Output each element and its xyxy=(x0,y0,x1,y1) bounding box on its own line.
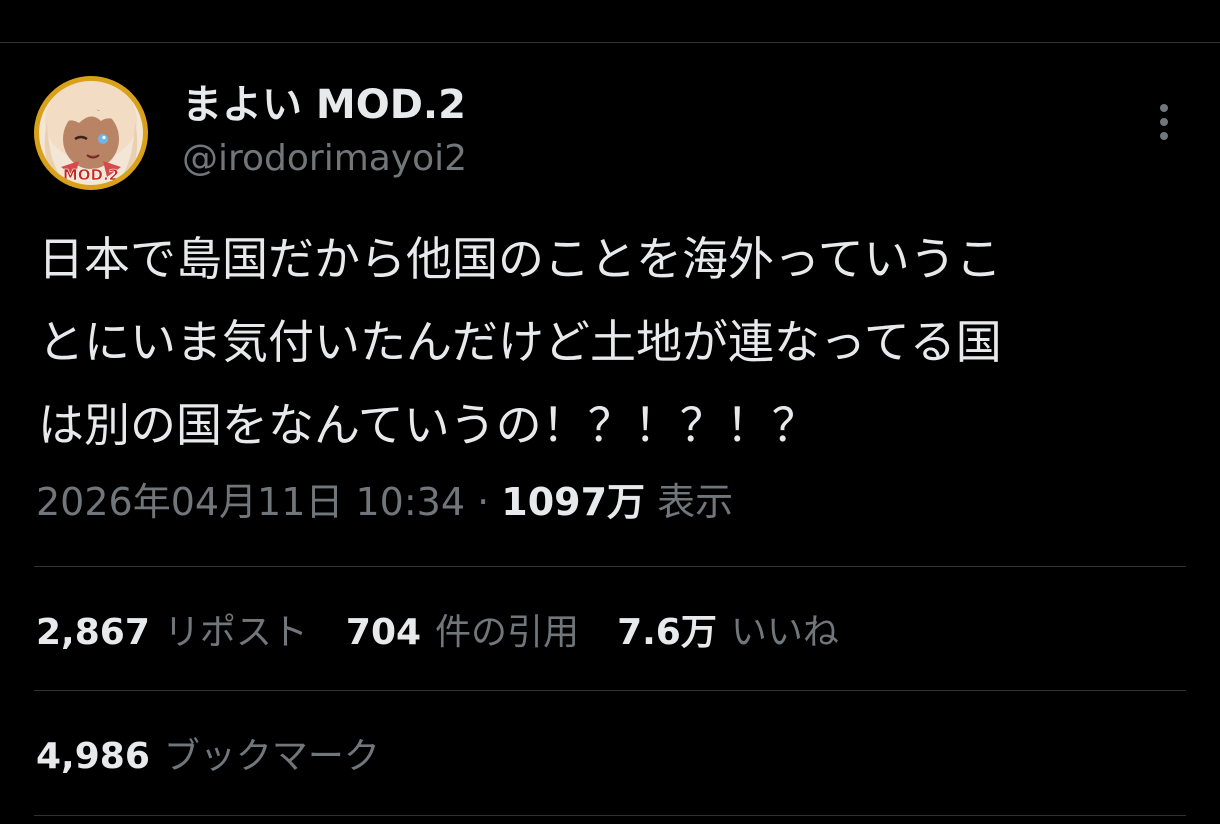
avatar-badge: MOD.2 xyxy=(63,166,119,184)
likes-stat[interactable]: 7.6万 いいね xyxy=(617,604,839,662)
divider xyxy=(34,566,1186,567)
user-handle[interactable]: @irodorimayoi2 xyxy=(182,136,467,182)
quotes-stat[interactable]: 704 件の引用 xyxy=(346,604,579,662)
reposts-label: リポスト xyxy=(163,612,308,653)
views-label: 表示 xyxy=(657,480,734,524)
quotes-count: 704 xyxy=(345,612,422,653)
meta-separator: · xyxy=(477,480,490,524)
likes-label: いいね xyxy=(730,612,839,653)
engagement-stats: 2,867 リポスト 704 件の引用 7.6万 いいね xyxy=(36,604,877,662)
top-divider xyxy=(0,42,1220,43)
bookmarks-count: 4,986 xyxy=(36,736,150,777)
bookmarks-stat[interactable]: 4,986 ブックマーク xyxy=(36,728,380,786)
divider xyxy=(34,815,1186,816)
bookmarks-label: ブックマーク xyxy=(163,736,380,777)
tweet-meta: 2026年04月11日 10:34 · 1097万 表示 xyxy=(36,474,733,530)
divider xyxy=(34,690,1186,691)
reposts-stat[interactable]: 2,867 リポスト xyxy=(36,604,308,662)
views-count: 1097万 xyxy=(501,480,646,524)
more-options-button[interactable] xyxy=(1146,100,1182,144)
avatar-image: MOD.2 xyxy=(39,81,143,185)
reposts-count: 2,867 xyxy=(36,612,150,653)
timestamp[interactable]: 2026年04月11日 10:34 xyxy=(36,480,465,524)
tweet-text: 日本で島国だから他国のことを海外っていうこ とにいま気付いたんだけど土地が連なっ… xyxy=(38,232,1002,452)
likes-count: 7.6万 xyxy=(617,612,717,653)
more-vertical-icon xyxy=(1160,104,1168,140)
avatar[interactable]: MOD.2 xyxy=(34,76,148,190)
display-name[interactable]: まよい MOD.2 xyxy=(182,80,466,130)
quotes-label: 件の引用 xyxy=(435,612,580,653)
